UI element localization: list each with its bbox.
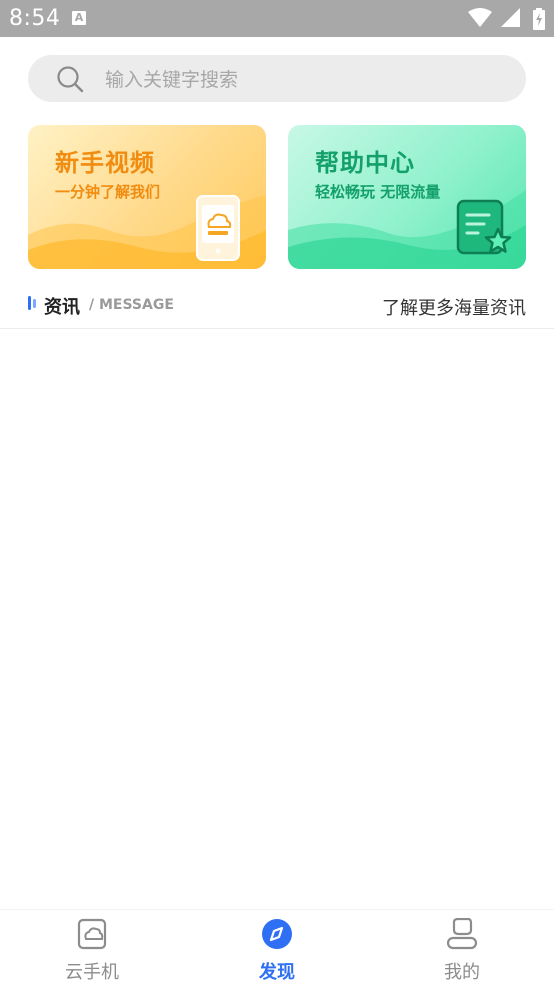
more-news-link[interactable]: 了解更多海量资讯 xyxy=(382,294,526,320)
card-subtitle: 一分钟了解我们 xyxy=(55,183,161,201)
cloud-phone-icon xyxy=(77,918,107,950)
section-title: 资讯 xyxy=(44,297,80,318)
bottom-nav: 云手机 发现 我的 xyxy=(0,909,554,986)
card-subtitle: 轻松畅玩 无限流量 xyxy=(315,183,441,201)
section-marker-icon xyxy=(28,296,36,310)
status-icons xyxy=(467,8,546,30)
nav-item-cloud-phone[interactable]: 云手机 xyxy=(32,910,152,986)
status-bar: 8:54 A xyxy=(0,0,554,37)
section-subtitle: / MESSAGE xyxy=(89,297,174,313)
phone-cloud-icon xyxy=(196,195,240,261)
nav-item-discover[interactable]: 发现 xyxy=(217,910,337,986)
wifi-icon xyxy=(467,8,492,27)
compass-icon xyxy=(262,919,292,949)
card-title: 帮助中心 xyxy=(315,149,415,177)
signal-icon xyxy=(500,8,520,27)
beginner-video-card[interactable]: 新手视频 一分钟了解我们 xyxy=(28,125,266,269)
card-title: 新手视频 xyxy=(55,149,155,177)
nav-label: 云手机 xyxy=(65,962,119,983)
battery-icon xyxy=(533,8,545,30)
status-time: 8:54 xyxy=(9,6,61,31)
nav-label: 发现 xyxy=(259,962,295,983)
divider xyxy=(0,328,554,329)
notification-icon: A xyxy=(72,11,86,25)
nav-item-profile[interactable]: 我的 xyxy=(402,910,522,986)
help-center-card[interactable]: 帮助中心 轻松畅玩 无限流量 xyxy=(288,125,526,269)
search-icon xyxy=(57,66,84,93)
news-section-header: 资讯 / MESSAGE 了解更多海量资讯 xyxy=(28,290,526,322)
document-star-icon xyxy=(456,199,512,255)
profile-icon xyxy=(446,918,478,950)
search-bar[interactable] xyxy=(28,55,526,102)
nav-label: 我的 xyxy=(444,962,480,983)
search-input[interactable] xyxy=(103,67,507,93)
